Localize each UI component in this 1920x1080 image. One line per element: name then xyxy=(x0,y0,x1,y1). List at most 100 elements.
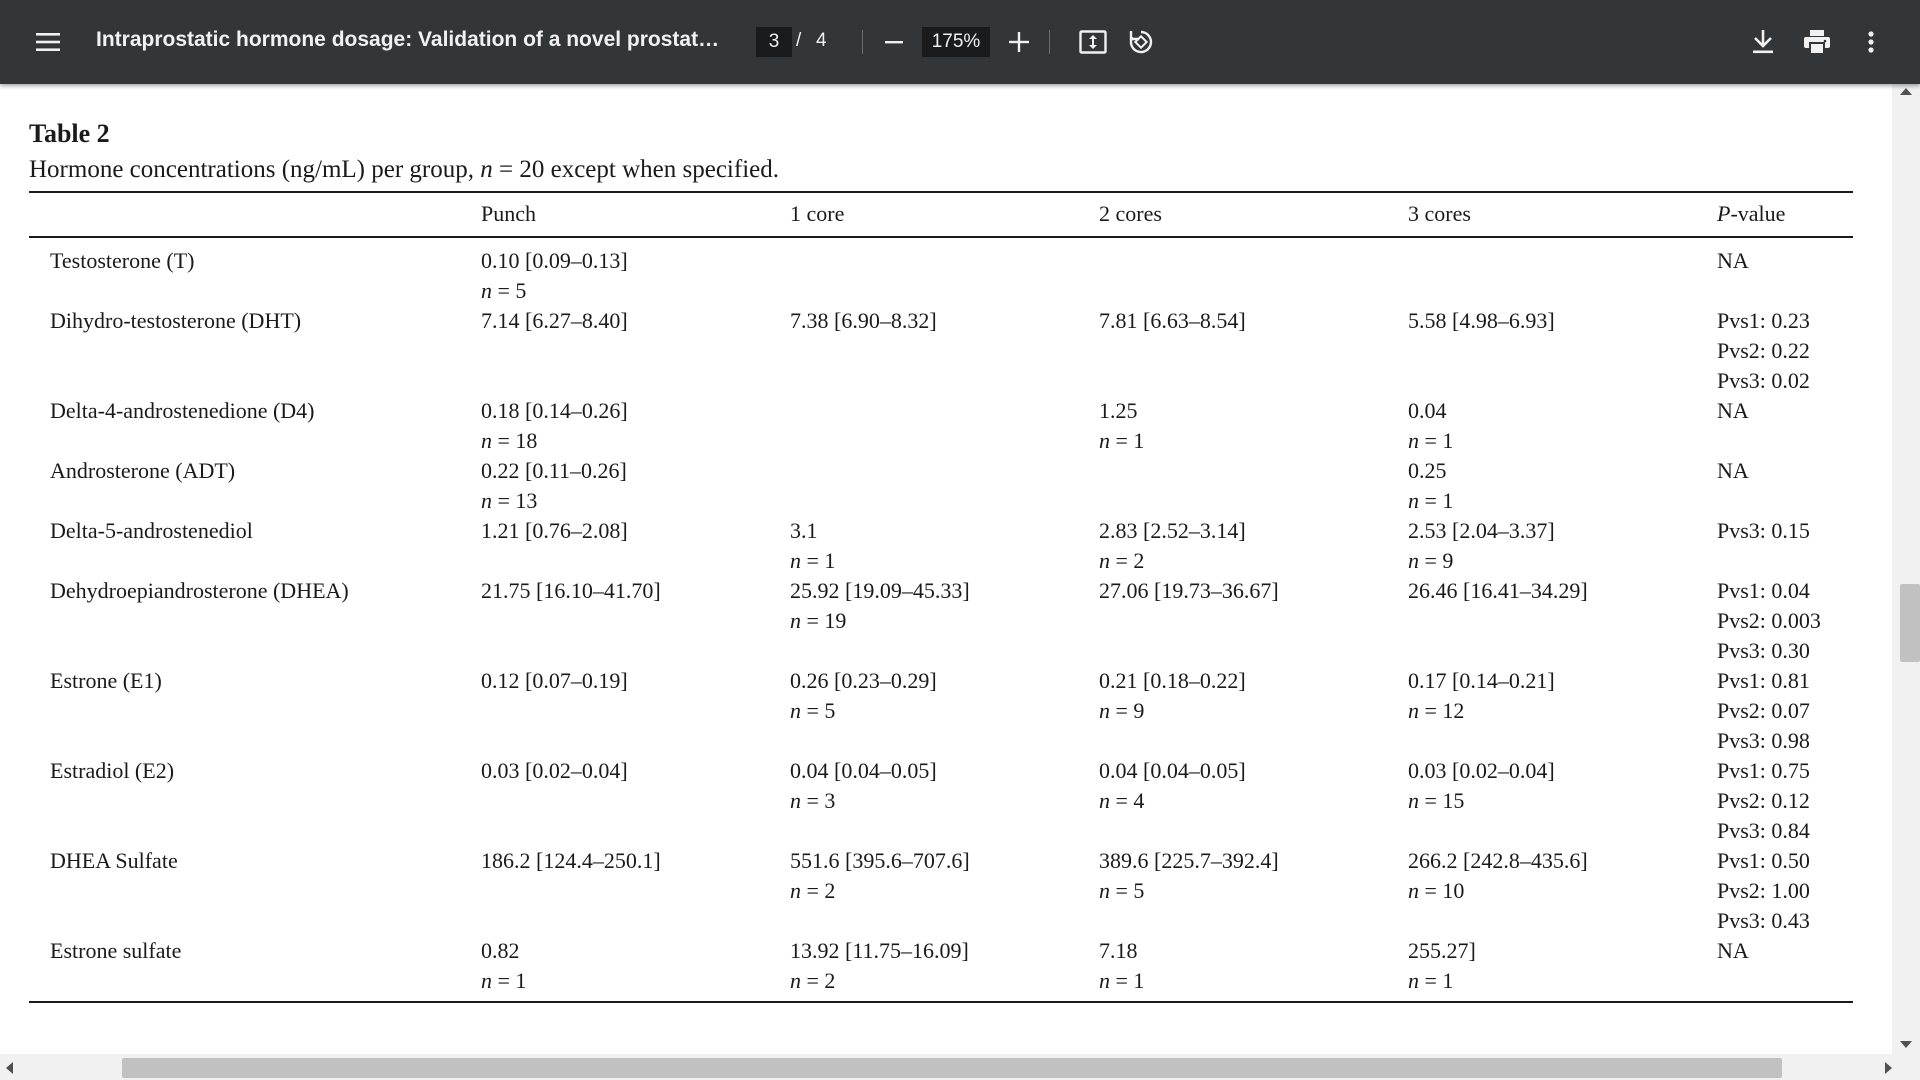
cell-line: n = 1 xyxy=(481,968,527,993)
cell-line: n = 15 xyxy=(1408,788,1465,813)
toolbar-divider xyxy=(1049,30,1050,54)
cell-3-cores: 5.58 [4.98–6.93] xyxy=(1408,306,1555,336)
cell-line: Pvs2: 0.07 xyxy=(1717,698,1810,723)
cell-line: NA xyxy=(1717,938,1749,963)
cell-line: Pvs3: 0.02 xyxy=(1717,368,1810,393)
table-row: DHEA Sulfate 186.2 [124.4–250.1] 551.6 [39… xyxy=(0,846,1920,936)
table-title: Table 2 xyxy=(29,119,110,148)
cell-line: 3.1 xyxy=(790,518,818,543)
scroll-right-arrow-icon[interactable] xyxy=(1885,1062,1892,1074)
cell-line: Androsterone (ADT) xyxy=(50,458,236,483)
cell-line: 7.18 xyxy=(1099,938,1138,963)
cell-2-cores: 1.25 n = 1 xyxy=(1099,396,1144,456)
cell-line: Pvs1: 0.50 xyxy=(1717,848,1810,873)
cell-line: Testosterone (T) xyxy=(50,248,195,273)
row-label: Estrone (E1) xyxy=(50,666,162,696)
cell-line: 255.27] xyxy=(1408,938,1476,963)
cell-punch: 0.10 [0.09–0.13] n = 5 xyxy=(481,246,628,306)
cell-3-cores: 0.17 [0.14–0.21] n = 12 xyxy=(1408,666,1555,726)
cell-line: NA xyxy=(1717,248,1749,273)
header-punch: Punch xyxy=(481,201,536,226)
page-number-input[interactable]: 3 xyxy=(756,27,792,57)
cell-p-value: NA xyxy=(1717,936,1749,966)
cell-line: n = 2 xyxy=(1099,548,1145,573)
cell-p-value: NA xyxy=(1717,456,1749,486)
caption-text: Hormone concentrations (ng/mL) per group… xyxy=(29,156,481,183)
cell-2-cores: 7.81 [6.63–8.54] xyxy=(1099,306,1246,336)
vertical-scrollbar[interactable] xyxy=(1892,84,1920,1054)
cell-line: 21.75 [16.10–41.70] xyxy=(481,578,661,603)
cell-3-cores: 255.27] n = 1 xyxy=(1408,936,1476,996)
cell-3-cores: 26.46 [16.41–34.29] xyxy=(1408,576,1588,606)
cell-line: n = 4 xyxy=(1099,788,1145,813)
cell-punch: 0.12 [0.07–0.19] xyxy=(481,666,628,696)
row-label: Delta-5-androstenediol xyxy=(50,516,253,546)
table-bottom-rule xyxy=(29,1001,1853,1003)
cell-1-core: 3.1 n = 1 xyxy=(790,516,835,576)
minus-icon[interactable] xyxy=(872,20,916,64)
cell-line: n = 2 xyxy=(790,878,836,903)
zoom-level-input[interactable]: 175% xyxy=(922,27,990,57)
header-2-cores: 2 cores xyxy=(1099,201,1162,226)
hamburger-menu-icon[interactable] xyxy=(26,20,70,64)
row-label: Testosterone (T) xyxy=(50,246,194,276)
cell-line: 266.2 [242.8–435.6] xyxy=(1408,848,1588,873)
cell-p-value: Pvs1: 0.23 Pvs2: 0.22 Pvs3: 0.02 xyxy=(1717,306,1810,396)
horizontal-scroll-thumb[interactable] xyxy=(122,1058,1782,1078)
plus-icon[interactable] xyxy=(997,20,1041,64)
cell-line: Estrone sulfate xyxy=(50,938,182,963)
cell-2-cores: 7.18 n = 1 xyxy=(1099,936,1144,996)
vertical-scroll-thumb[interactable] xyxy=(1900,584,1920,662)
header-1-core: 1 core xyxy=(790,201,845,226)
pdf-toolbar: Intraprostatic hormone dosage: Validatio… xyxy=(0,0,1920,84)
scroll-down-arrow-icon[interactable] xyxy=(1900,1041,1912,1048)
cell-line: 7.14 [6.27–8.40] xyxy=(481,308,628,333)
caption-text-end: = 20 except when specified. xyxy=(492,156,779,183)
cell-line: 0.22 [0.11–0.26] xyxy=(481,458,627,483)
table-row: Estrone (E1) 0.12 [0.07–0.19] 0.26 [0.23–0… xyxy=(0,666,1920,756)
cell-punch: 1.21 [0.76–2.08] xyxy=(481,516,628,546)
cell-line: 26.46 [16.41–34.29] xyxy=(1408,578,1588,603)
fit-page-icon[interactable] xyxy=(1071,20,1115,64)
cell-line: Dehydroepiandrosterone (DHEA) xyxy=(50,578,349,603)
cell-1-core: 0.26 [0.23–0.29] n = 5 xyxy=(790,666,937,726)
cell-1-core: 13.92 [11.75–16.09] n = 2 xyxy=(790,936,969,996)
cell-line: Pvs1: 0.75 xyxy=(1717,758,1810,783)
horizontal-scrollbar[interactable] xyxy=(0,1054,1920,1080)
cell-1-core: 551.6 [395.6–707.6] n = 2 xyxy=(790,846,970,906)
cell-p-value: Pvs1: 0.04 Pvs2: 0.003 Pvs3: 0.30 xyxy=(1717,576,1821,666)
download-icon[interactable] xyxy=(1741,20,1785,64)
header-p-value: P-value xyxy=(1717,201,1785,227)
cell-line: n = 5 xyxy=(1099,878,1145,903)
cell-2-cores: 2.83 [2.52–3.14] n = 2 xyxy=(1099,516,1246,576)
cell-line: 13.92 [11.75–16.09] xyxy=(790,938,969,963)
cell-p-value: Pvs1: 0.50 Pvs2: 1.00 Pvs3: 0.43 xyxy=(1717,846,1810,936)
cell-line: 0.04 [0.04–0.05] xyxy=(790,758,937,783)
table-row: Estradiol (E2) 0.03 [0.02–0.04] 0.04 [0.04… xyxy=(0,756,1920,846)
rotate-icon[interactable] xyxy=(1119,20,1163,64)
print-icon[interactable] xyxy=(1795,20,1839,64)
cell-line: Pvs3: 0.30 xyxy=(1717,638,1810,663)
page-total: 4 xyxy=(816,30,827,51)
cell-2-cores: 0.21 [0.18–0.22] n = 9 xyxy=(1099,666,1246,726)
cell-1-core: 25.92 [19.09–45.33] n = 19 xyxy=(790,576,970,636)
cell-line: n = 10 xyxy=(1408,878,1465,903)
cell-2-cores: 27.06 [19.73–36.67] xyxy=(1099,576,1279,606)
cell-p-value: Pvs1: 0.81 Pvs2: 0.07 Pvs3: 0.98 xyxy=(1717,666,1810,756)
cell-line: 0.26 [0.23–0.29] xyxy=(790,668,937,693)
cell-punch: 0.22 [0.11–0.26] n = 13 xyxy=(481,456,627,516)
table-row: Androsterone (ADT) 0.22 [0.11–0.26] n = 13… xyxy=(0,456,1920,516)
cell-line: n = 9 xyxy=(1099,698,1145,723)
cell-line: n = 1 xyxy=(1408,488,1454,513)
cell-line: 27.06 [19.73–36.67] xyxy=(1099,578,1279,603)
cell-line: n = 5 xyxy=(790,698,836,723)
cell-line: 2.83 [2.52–3.14] xyxy=(1099,518,1246,543)
more-vert-icon[interactable] xyxy=(1849,20,1893,64)
cell-line: 0.03 [0.02–0.04] xyxy=(481,758,628,783)
cell-line: n = 9 xyxy=(1408,548,1454,573)
scroll-left-arrow-icon[interactable] xyxy=(6,1062,13,1074)
cell-2-cores: 0.04 [0.04–0.05] n = 4 xyxy=(1099,756,1246,816)
cell-line: Pvs3: 0.98 xyxy=(1717,728,1810,753)
cell-line: n = 12 xyxy=(1408,698,1465,723)
scroll-up-arrow-icon[interactable] xyxy=(1900,88,1912,95)
